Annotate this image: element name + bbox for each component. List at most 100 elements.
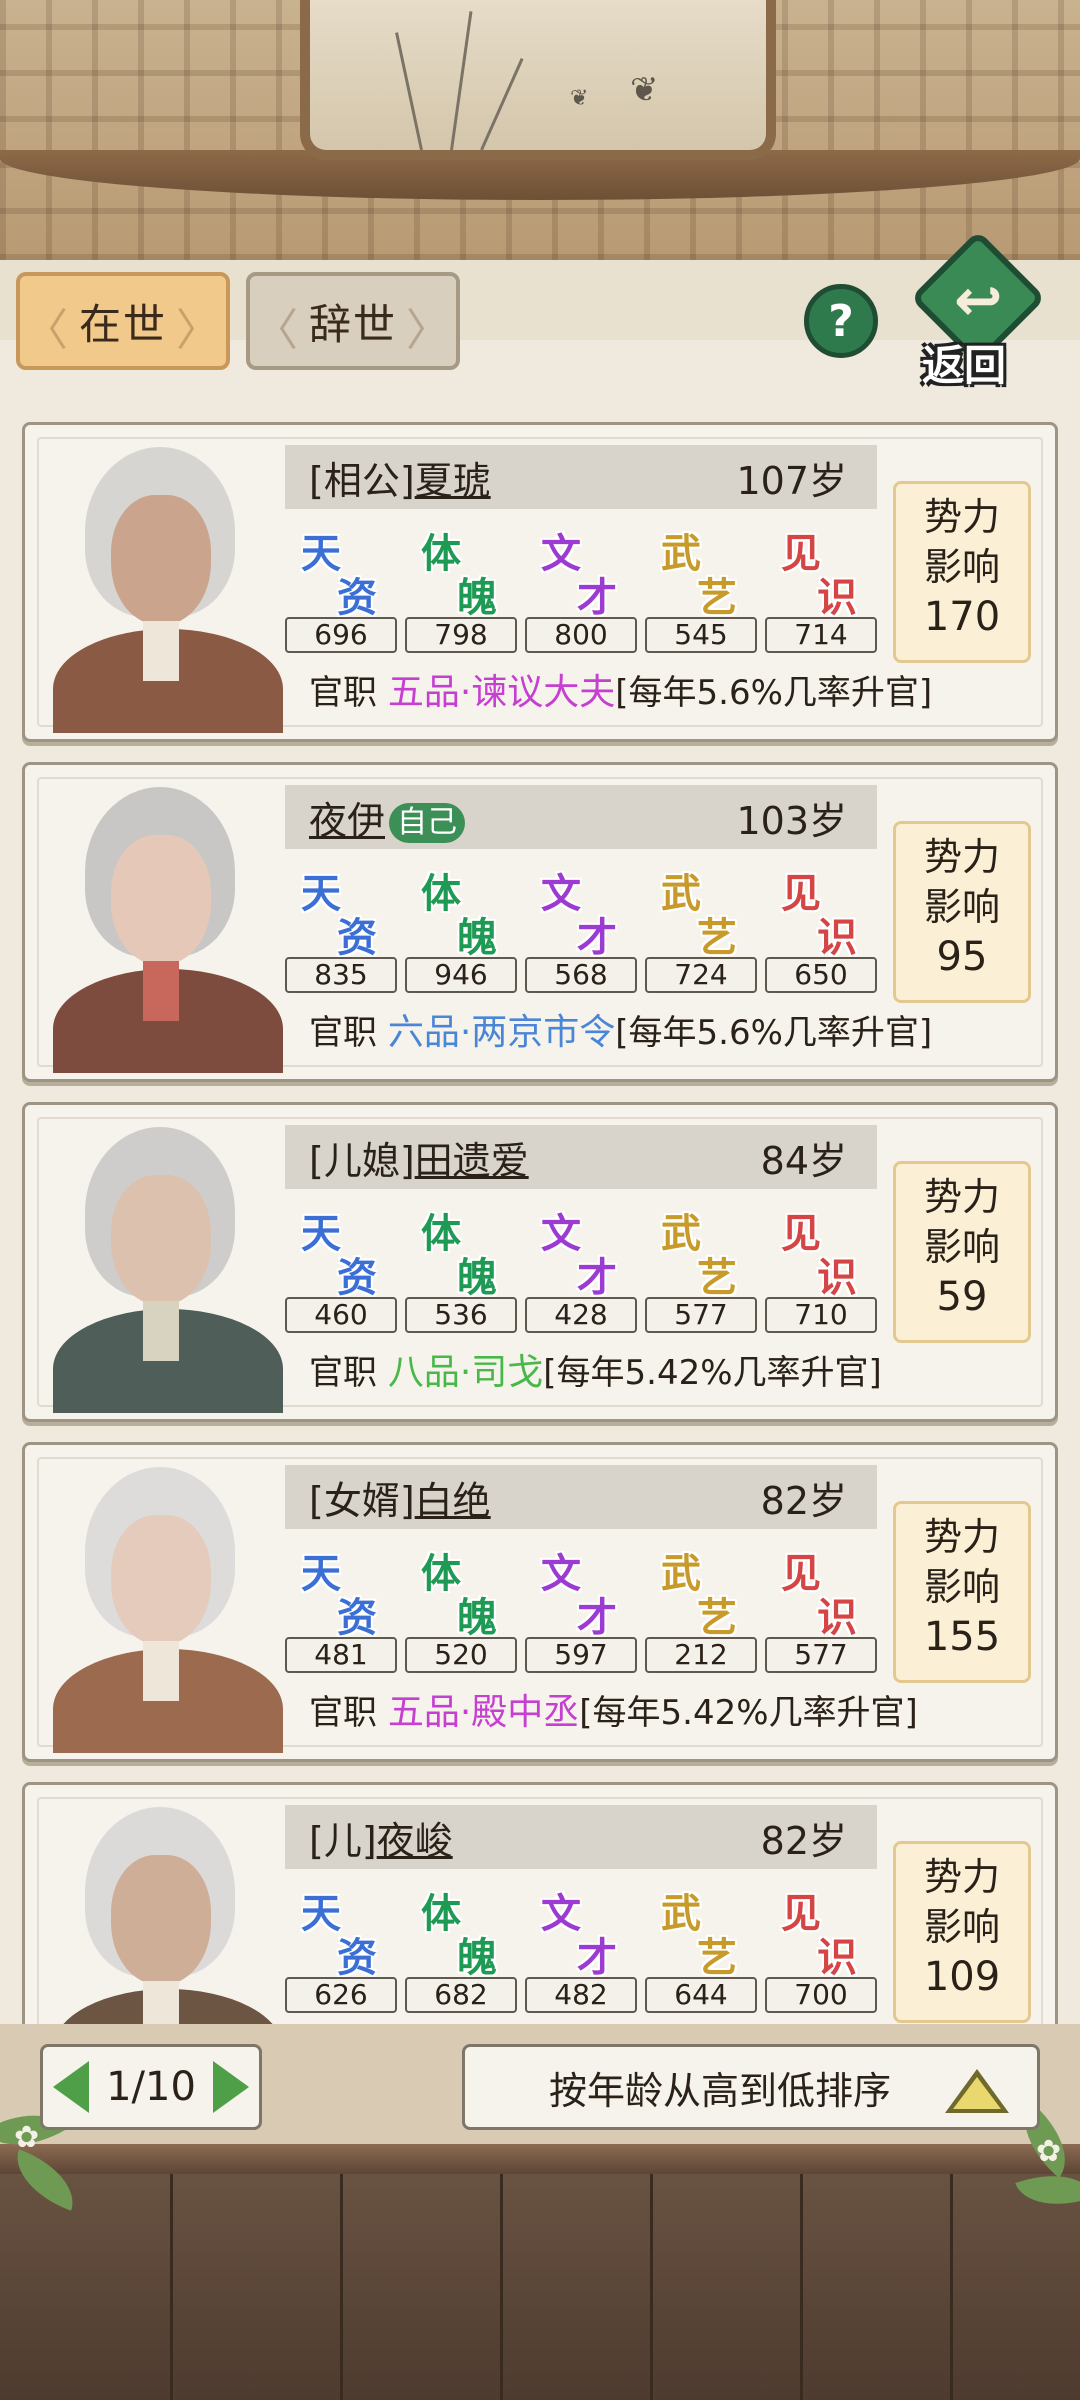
member-relation: [儿] [309,1818,377,1863]
stat-talent: 天资 835 [285,855,397,995]
stat-label-char: 武 [661,531,701,577]
member-personal-name: 夏琥 [414,458,491,503]
stat-label-char: 资 [337,1595,377,1641]
sort-label: 按年龄从高到低排序 [549,2068,892,2113]
office-title: 八品·司戈 [387,1352,544,1393]
influence-box: 势力 影响 95 [893,821,1031,1003]
stat-physique: 体魄 536 [405,1195,517,1335]
member-office: 官职 八品·司戈[每年5.42%几率升官] [309,1343,882,1395]
influence-value: 95 [936,934,988,980]
stat-label-char: 资 [337,1255,377,1301]
member-stats: 天资 835 体魄 946 文才 568 武艺 724 见识 650 [285,855,885,995]
promotion-chance: [每年5.42%几率升官] [543,1353,882,1393]
stat-label-char: 艺 [697,915,737,961]
flower-decoration: ✿ [14,2120,40,2155]
member-portrait [33,1793,303,2024]
help-button[interactable]: ? [804,284,878,358]
stat-physique: 体魄 946 [405,855,517,995]
stat-label-char: 文 [541,1211,581,1257]
influence-label-1: 势力 [923,495,1000,539]
stat-literary: 文才 482 [525,1875,637,2015]
stat-label-char: 才 [577,915,617,961]
member-portrait [33,1113,303,1413]
stat-label-char: 资 [337,1935,377,1981]
office-title: 五品·谏议大夫 [387,672,616,713]
stat-value: 482 [525,1977,637,2013]
member-name-bar: [儿]夜峻 82岁 [285,1805,877,1869]
stat-value: 696 [285,617,397,653]
stat-label-char: 艺 [697,575,737,621]
stat-label-char: 识 [817,1935,857,1981]
stat-label-char: 见 [781,1211,821,1257]
member-card[interactable]: [女婿]白绝 82岁 天资 481 体魄 520 文才 597 武艺 212 见识 577… [22,1442,1058,1762]
stat-insight: 见识 577 [765,1535,877,1675]
stat-value: 800 [525,617,637,653]
stat-label-char: 武 [661,1551,701,1597]
stat-physique: 体魄 520 [405,1535,517,1675]
stat-value: 212 [645,1637,757,1673]
stat-label-char: 识 [817,915,857,961]
stat-label-char: 艺 [697,1595,737,1641]
stat-label-char: 体 [421,1211,461,1257]
promotion-chance: [每年5.42%几率升官] [579,1693,918,1733]
stat-value: 536 [405,1297,517,1333]
stat-label-char: 魄 [457,1255,497,1301]
tab-alive[interactable]: 〈 在世 〉 [16,272,230,370]
tab-alive-label: 在世 [78,299,167,349]
influence-label-1: 势力 [923,1175,1000,1219]
member-relation: [女婿] [309,1478,415,1523]
stat-label-char: 天 [301,1891,341,1937]
member-card[interactable]: [儿]夜峻 82岁 天资 626 体魄 682 文才 482 武艺 644 见识 700 … [22,1782,1058,2024]
next-page-icon[interactable] [212,2061,249,2113]
sort-triangle-up-icon [945,2069,1009,2113]
influence-box: 势力 影响 59 [893,1161,1031,1343]
family-member-list[interactable]: [相公]夏琥 107岁 天资 696 体魄 798 文才 800 武艺 545 见识 71… [0,410,1080,2024]
stat-label-char: 资 [337,575,377,621]
stat-label-char: 魄 [457,575,497,621]
stat-label-char: 见 [781,531,821,577]
member-personal-name: 田遗爱 [414,1138,529,1183]
stat-value: 577 [765,1637,877,1673]
member-name-bar: 夜伊 自己 103岁 [285,785,877,849]
pagination: 1/10 [40,2044,262,2130]
member-stats: 天资 626 体魄 682 文才 482 武艺 644 见识 700 [285,1875,885,2015]
stat-value: 835 [285,957,397,993]
office-label: 官职 [309,1013,377,1053]
member-card[interactable]: [相公]夏琥 107岁 天资 696 体魄 798 文才 800 武艺 545 见识 71… [22,422,1058,742]
back-button[interactable]: ↩ 返回 [910,230,1050,390]
member-name[interactable]: [相公]夏琥 [309,450,491,505]
stat-martial: 武艺 577 [645,1195,757,1335]
member-name[interactable]: [女婿]白绝 [309,1470,491,1525]
member-office: 官职 五品·谏议大夫[每年5.6%几率升官] [309,663,932,715]
influence-value: 170 [923,594,1001,640]
stat-label-char: 识 [817,575,857,621]
member-name-bar: [女婿]白绝 82岁 [285,1465,877,1529]
influence-label-2: 影响 [923,885,1000,929]
member-name[interactable]: 夜伊 自己 [309,790,466,845]
member-card[interactable]: 夜伊 自己 103岁 天资 835 体魄 946 文才 568 武艺 724 见识 650 … [22,762,1058,1082]
stat-label-char: 武 [661,1211,701,1257]
sort-by-age-button[interactable]: 按年龄从高到低排序 [462,2044,1040,2130]
chevron-right-icon: 〉 [406,305,452,356]
member-name-bar: [儿媳]田遗爱 84岁 [285,1125,877,1189]
stat-value: 700 [765,1977,877,2013]
stat-label-char: 资 [337,915,377,961]
member-stats: 天资 460 体魄 536 文才 428 武艺 577 见识 710 [285,1195,885,1335]
stat-literary: 文才 428 [525,1195,637,1335]
prev-page-icon[interactable] [53,2061,89,2113]
stat-martial: 武艺 545 [645,515,757,655]
influence-value: 109 [923,1954,1001,2000]
member-name[interactable]: [儿]夜峻 [309,1810,453,1865]
member-name[interactable]: [儿媳]田遗爱 [309,1130,529,1185]
member-office: 官职 五品·殿中丞[每年5.42%几率升官] [309,1683,918,1735]
stat-value: 724 [645,957,757,993]
member-personal-name: 白绝 [414,1478,491,1523]
member-age: 107岁 [736,458,847,503]
stat-label-char: 才 [577,575,617,621]
member-card[interactable]: [儿媳]田遗爱 84岁 天资 460 体魄 536 文才 428 武艺 577 见识 71… [22,1102,1058,1422]
influence-label-2: 影响 [923,1225,1000,1269]
tab-deceased-label: 辞世 [308,299,397,349]
tab-deceased[interactable]: 〈 辞世 〉 [246,272,460,370]
stat-value: 710 [765,1297,877,1333]
stat-label-char: 识 [817,1255,857,1301]
